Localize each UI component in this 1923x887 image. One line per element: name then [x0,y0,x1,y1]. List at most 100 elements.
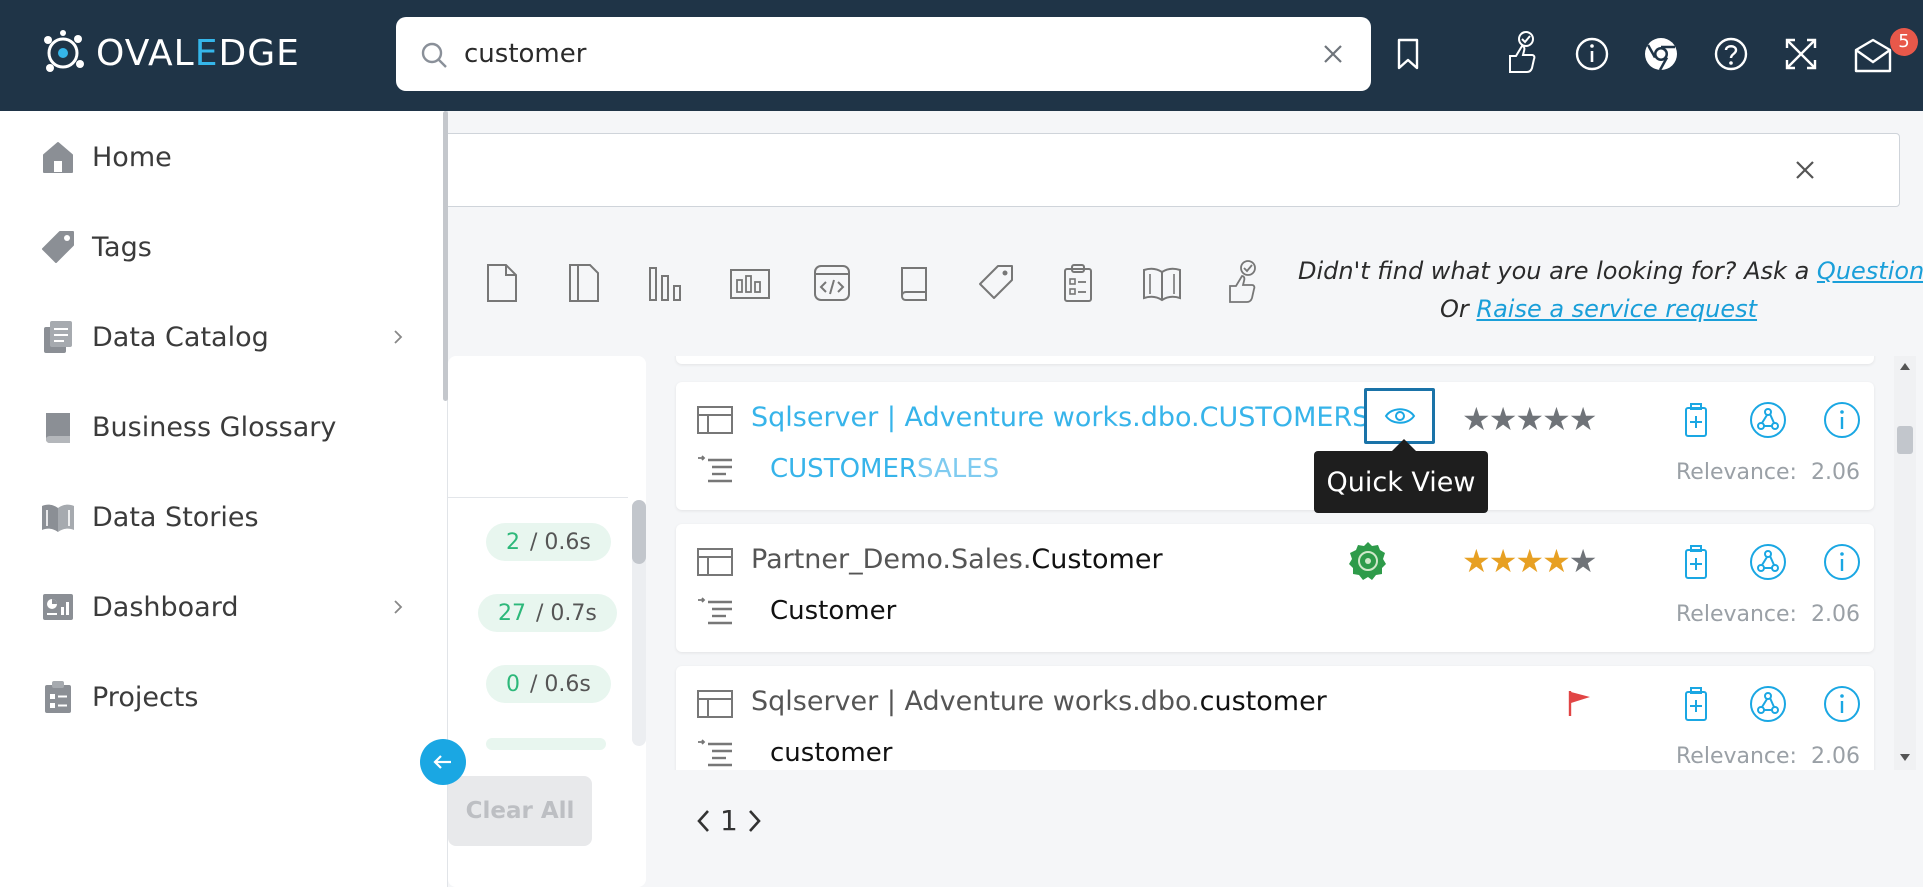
logo-text: OVALEDGE [96,32,300,74]
chrome-extension-icon[interactable] [1643,36,1679,72]
table-icon [697,690,733,718]
collapse-sidebar-button[interactable] [420,739,466,785]
ovaledge-logo[interactable]: OVALEDGE [40,30,300,76]
search-icon [421,42,447,68]
file-icon[interactable] [482,262,522,304]
service-request-icon[interactable] [1222,258,1262,304]
quick-view-tooltip: Quick View [1314,439,1488,513]
certified-badge-icon [1349,542,1386,580]
data-story-icon[interactable] [1140,262,1184,304]
column-list-icon [698,739,732,767]
ask-question-link[interactable]: Question [1817,257,1923,285]
relevance-score: Relevance: 2.06 [1676,744,1860,769]
facet-count-pill[interactable]: 27/ 0.7s [478,594,617,632]
lineage-icon[interactable] [1748,684,1788,724]
clear-all-button[interactable]: Clear All [448,776,592,846]
prev-page-icon[interactable] [694,808,714,834]
report-file-icon[interactable] [564,262,604,304]
info-icon[interactable] [1574,36,1610,72]
notification-badge: 5 [1890,28,1918,56]
glossary-book-icon[interactable] [894,262,934,304]
report-chart-icon[interactable] [728,262,772,304]
sidebar-item-label: Projects [92,681,199,713]
result-card[interactable]: Sqlserver | Adventure works.dbo.customer… [676,666,1874,770]
sidebar-item-tags[interactable]: Tags [0,217,448,277]
book-icon [46,413,70,443]
tag-type-icon[interactable] [976,262,1016,304]
flag-icon[interactable] [1564,688,1594,718]
result-title[interactable]: Sqlserver | Adventure works.dbo.CUSTOMER… [751,402,1395,433]
scroll-down-icon[interactable] [1898,752,1912,764]
filter-input-box[interactable] [420,133,1900,207]
help-icon[interactable] [1713,36,1749,72]
mail-icon[interactable] [1853,38,1893,74]
search-input[interactable] [464,31,1284,77]
sidebar-item-label: Business Glossary [92,411,337,443]
rating-stars[interactable]: ★★★★★ [1462,400,1597,438]
column-list-icon [698,597,732,625]
facet-scroll-thumb[interactable] [632,500,646,564]
sidebar-item-business-glossary[interactable]: Business Glossary [0,397,448,457]
facet-count-pill[interactable]: 0/ 0.6s [486,665,611,703]
facet-scrollbar[interactable] [632,500,646,746]
sidebar-item-data-stories[interactable]: Data Stories [0,487,448,547]
bar-chart-icon[interactable] [646,262,686,304]
raise-service-request-link[interactable]: Raise a service request [1476,295,1757,323]
chevron-right-icon [394,600,403,614]
code-icon[interactable] [812,262,852,304]
column-list-icon [698,455,732,483]
results-scrollbar[interactable] [1894,356,1916,770]
facet-count-pill-partial[interactable] [486,738,606,750]
result-title[interactable]: Sqlserver | Adventure works.dbo.customer [751,686,1327,717]
ask-question-text: Didn't find what you are looking for? As… [1298,257,1923,285]
scroll-up-icon[interactable] [1898,360,1912,372]
chevron-right-icon [394,330,403,344]
details-info-icon[interactable] [1822,400,1862,440]
sidebar-item-label: Tags [92,231,152,263]
dashboard-icon [43,594,73,620]
result-card[interactable]: Partner_Demo.Sales.Customer Customer ★★★… [676,524,1874,652]
sidebar-item-label: Data Catalog [92,321,269,353]
sidebar-item-label: Home [92,141,172,173]
add-to-cart-icon[interactable] [1676,542,1716,582]
result-subtitle: CUSTOMERSALES [770,454,1000,484]
relevance-score: Relevance: 2.06 [1676,460,1860,485]
project-clipboard-icon[interactable] [1058,262,1098,304]
facet-count-pill[interactable]: 2/ 0.6s [486,523,611,561]
pagination: 1 [694,804,764,837]
details-info-icon[interactable] [1822,684,1862,724]
lineage-icon[interactable] [1748,542,1788,582]
sidebar-item-dashboard[interactable]: Dashboard [0,577,448,637]
rating-stars[interactable]: ★★★★★ [1462,542,1597,580]
add-to-cart-icon[interactable] [1676,684,1716,724]
open-book-icon [42,504,74,532]
close-icon[interactable] [1789,154,1821,186]
top-header: OVALEDGE 5 [0,0,1923,111]
data-catalog-icon [44,321,72,353]
sidebar-menu: Home Tags Data Catalog Business Glossary… [0,111,448,887]
endorse-icon[interactable] [1502,30,1540,74]
add-to-cart-icon[interactable] [1676,400,1716,440]
result-card[interactable]: Sqlserver | Adventure works.dbo.CUSTOMER… [676,382,1874,510]
fullscreen-icon[interactable] [1783,36,1819,72]
sidebar-scrollbar[interactable] [443,111,448,401]
sidebar-item-data-catalog[interactable]: Data Catalog [0,307,448,367]
sidebar-item-home[interactable]: Home [0,127,448,187]
clear-search-icon[interactable] [1316,37,1350,71]
details-info-icon[interactable] [1822,542,1862,582]
clipboard-icon [45,681,71,713]
next-page-icon[interactable] [744,808,764,834]
lineage-icon[interactable] [1748,400,1788,440]
current-page[interactable]: 1 [720,804,738,837]
tag-icon [42,231,74,263]
sidebar-item-projects[interactable]: Projects [0,667,448,727]
quick-view-button[interactable] [1364,388,1435,444]
result-card-partial[interactable] [676,356,1874,364]
result-title[interactable]: Partner_Demo.Sales.Customer [751,544,1163,575]
table-icon [697,406,733,434]
bookmark-icon[interactable] [1390,36,1426,72]
result-subtitle: customer [770,738,893,768]
raise-request-text: Or Raise a service request [1440,295,1758,323]
eye-icon [1384,408,1416,424]
results-scroll-thumb[interactable] [1897,426,1913,454]
